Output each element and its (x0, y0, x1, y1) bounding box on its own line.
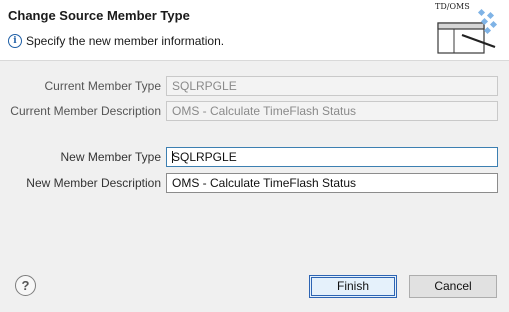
current-description-field: OMS - Calculate TimeFlash Status (166, 101, 498, 121)
current-type-label: Current Member Type (44, 79, 162, 93)
dialog-message: i Specify the new member information. (8, 34, 224, 48)
current-type-row: Current Member Type SQLRPGLE (0, 76, 509, 98)
help-button[interactable]: ? (15, 275, 36, 296)
new-description-label: New Member Description (26, 176, 161, 190)
new-type-input[interactable]: SQLRPGLE (166, 147, 498, 167)
wizard-caption: TD/OMS (435, 2, 470, 11)
finish-button[interactable]: Finish (309, 275, 397, 298)
dialog-banner: Change Source Member Type i Specify the … (0, 0, 509, 61)
new-type-value: SQLRPGLE (172, 150, 237, 164)
new-description-input[interactable]: OMS - Calculate TimeFlash Status (166, 173, 498, 193)
current-description-row: Current Member Description OMS - Calcula… (0, 101, 509, 123)
dialog-message-text: Specify the new member information. (26, 34, 225, 48)
new-type-row: New Member Type SQLRPGLE (0, 147, 509, 169)
current-type-field: SQLRPGLE (166, 76, 498, 96)
dialog-title: Change Source Member Type (8, 8, 190, 23)
new-type-label: New Member Type (60, 150, 161, 164)
cancel-button[interactable]: Cancel (409, 275, 497, 298)
help-icon: ? (21, 278, 30, 293)
new-description-row: New Member Description OMS - Calculate T… (0, 173, 509, 195)
current-description-label: Current Member Description (10, 104, 161, 118)
info-icon: i (8, 34, 22, 48)
